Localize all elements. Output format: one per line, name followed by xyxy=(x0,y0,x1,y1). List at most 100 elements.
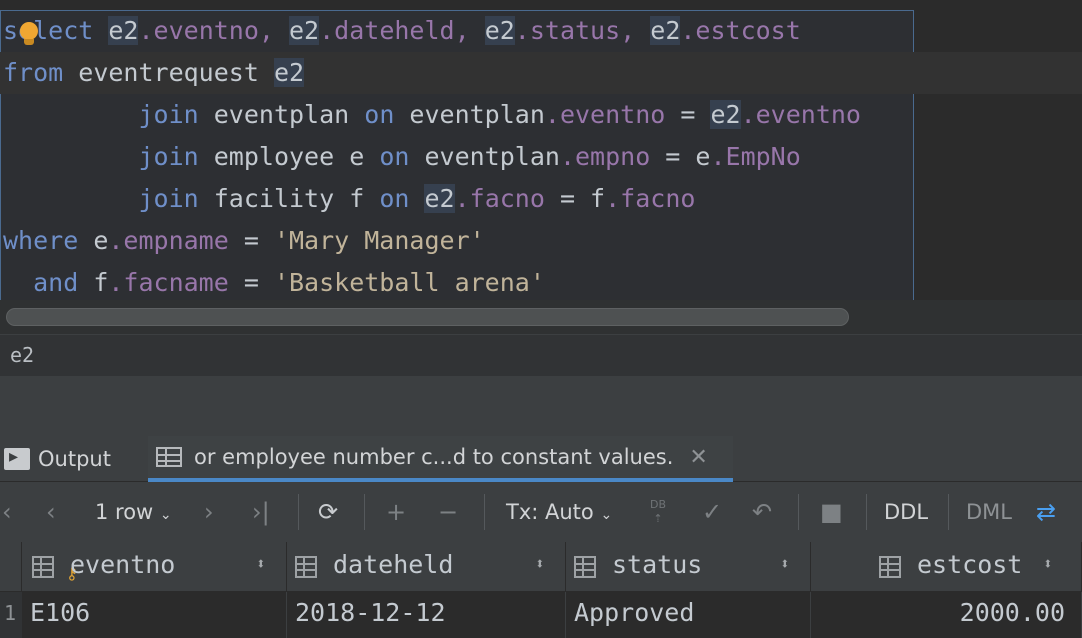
column-icon xyxy=(295,556,317,578)
compare-icon[interactable]: ⇄ xyxy=(1036,482,1056,542)
ddl-button[interactable]: DDL xyxy=(884,482,928,542)
column-header-dateheld[interactable]: dateheld ⬍ xyxy=(287,542,566,592)
sort-icon[interactable]: ⬍ xyxy=(1043,554,1053,573)
cell-dateheld[interactable]: 2018-12-12 xyxy=(287,592,566,638)
tab-result[interactable]: or employee number c...d to constant val… xyxy=(148,436,733,482)
keyword: on xyxy=(379,184,410,213)
keyword: and xyxy=(33,268,79,297)
column-ref: .eventno xyxy=(544,100,666,129)
sort-icon[interactable]: ⬍ xyxy=(535,554,545,573)
alias-ref: e2 xyxy=(650,16,681,45)
lightbulb-icon[interactable] xyxy=(18,22,40,46)
dml-button[interactable]: DML xyxy=(966,482,1012,542)
column-header-eventno[interactable]: ⚷ eventno ⬍ xyxy=(22,542,287,592)
tab-output-label: Output xyxy=(38,447,111,471)
code-line-6[interactable]: where e.empname = 'Mary Manager' xyxy=(3,220,485,262)
toolbar-separator xyxy=(364,494,365,530)
table-ref: eventrequest xyxy=(63,58,274,87)
sort-icon[interactable]: ⬍ xyxy=(256,554,266,573)
column-icon xyxy=(574,556,596,578)
sort-icon[interactable]: ⬍ xyxy=(780,554,790,573)
code-line-2[interactable]: from eventrequest e2 xyxy=(0,52,1082,94)
remove-row-icon[interactable]: − xyxy=(438,482,458,542)
code-line-4[interactable]: join employee e on eventplan.empno = e.E… xyxy=(3,136,800,178)
tx-mode-dropdown[interactable]: Tx: Auto ⌄ xyxy=(506,482,612,542)
tx-mode-label: Tx: Auto xyxy=(506,500,594,524)
operator: = f xyxy=(544,184,606,213)
db-label: DB xyxy=(650,498,667,511)
db-commit-icon[interactable]: DB ⇡ xyxy=(650,498,666,528)
operator: = e xyxy=(650,142,711,171)
toolbar-separator xyxy=(298,494,299,530)
column-icon xyxy=(879,556,901,578)
code-line-5[interactable]: join facility f on e2.facno = f.facno xyxy=(3,178,695,220)
table-ref: facility f xyxy=(198,184,380,213)
column-ref: .empno xyxy=(559,142,651,171)
alias-ref: e2 xyxy=(273,58,305,87)
first-page-icon[interactable]: ‹ xyxy=(2,482,12,542)
alias-ref: e2 xyxy=(484,16,515,45)
last-page-icon[interactable]: ›| xyxy=(252,482,270,542)
row-number[interactable]: 1 xyxy=(0,592,22,638)
operator: = xyxy=(228,268,274,297)
rollback-icon[interactable]: ↶ xyxy=(752,482,772,542)
results-tab-bar: Output or employee number c...d to const… xyxy=(0,436,1082,482)
tab-result-label: or employee number c...d to constant val… xyxy=(194,445,674,469)
keyword: where xyxy=(3,226,79,255)
table-ref: eventplan xyxy=(394,100,545,129)
column-ref: .eventno xyxy=(740,100,861,129)
toolbar-separator xyxy=(798,494,799,530)
column-header-estcost[interactable]: estcost ⬍ xyxy=(811,542,1082,592)
keyword: on xyxy=(379,142,410,171)
cell-status[interactable]: Approved xyxy=(566,592,811,638)
horizontal-scrollbar[interactable] xyxy=(0,300,1082,334)
breadcrumb-text[interactable]: e2 xyxy=(10,343,34,367)
column-ref: .dateheld, xyxy=(319,16,485,45)
cell-estcost[interactable]: 2000.00 xyxy=(811,592,1082,638)
add-row-icon[interactable]: + xyxy=(386,482,406,542)
prev-page-icon[interactable]: ‹ xyxy=(46,482,56,542)
operator: = xyxy=(228,226,274,255)
column-label: dateheld xyxy=(333,550,454,579)
code-line-3[interactable]: join eventplan on eventplan.eventno = e2… xyxy=(3,94,861,136)
column-ref: .facname xyxy=(108,268,229,297)
table-ref: eventplan xyxy=(198,100,365,129)
stop-icon[interactable]: ■ xyxy=(820,482,843,542)
row-header-corner xyxy=(0,542,22,592)
results-grid: ⚷ eventno ⬍ dateheld ⬍ status ⬍ estcost … xyxy=(0,542,1082,638)
code-line-7[interactable]: and f.facname = 'Basketball arena' xyxy=(3,262,545,300)
table-icon xyxy=(156,447,182,467)
operator: = xyxy=(665,100,711,129)
column-label: eventno xyxy=(70,550,176,579)
toolbar-separator xyxy=(866,494,867,530)
sql-editor[interactable]: select e2.eventno, e2.dateheld, e2.statu… xyxy=(0,0,1082,300)
row-count-dropdown[interactable]: 1 row ⌄ xyxy=(95,482,172,542)
scrollbar-thumb[interactable] xyxy=(6,308,849,326)
row-count-label: 1 row xyxy=(95,500,154,524)
table-ref: employee e xyxy=(198,142,380,171)
next-page-icon[interactable]: › xyxy=(204,482,214,542)
chevron-down-icon: ⌄ xyxy=(159,507,172,523)
column-header-status[interactable]: status ⬍ xyxy=(566,542,811,592)
column-ref: .facno xyxy=(605,184,696,213)
column-icon xyxy=(32,556,54,578)
code-line-1[interactable]: select e2.eventno, e2.dateheld, e2.statu… xyxy=(3,10,801,52)
toolbar-separator xyxy=(948,494,949,530)
alias-ref: f xyxy=(78,268,109,297)
close-icon[interactable]: ✕ xyxy=(689,445,707,470)
column-ref: .facno xyxy=(454,184,545,213)
refresh-icon[interactable]: ⟳ xyxy=(318,482,338,542)
results-toolbar: ‹ ‹ 1 row ⌄ › ›| ⟳ + − Tx: Auto ⌄ DB ⇡ ✓ … xyxy=(0,482,1082,542)
column-ref: .eventno, xyxy=(138,16,289,45)
tab-output[interactable]: Output xyxy=(0,436,128,482)
checkmark-icon[interactable]: ✓ xyxy=(702,482,722,542)
cell-eventno[interactable]: E106 xyxy=(22,592,287,638)
column-label: status xyxy=(612,550,703,579)
breadcrumb: e2 xyxy=(0,334,1082,376)
keyword: join xyxy=(138,100,199,129)
column-ref: .empname xyxy=(108,226,229,255)
